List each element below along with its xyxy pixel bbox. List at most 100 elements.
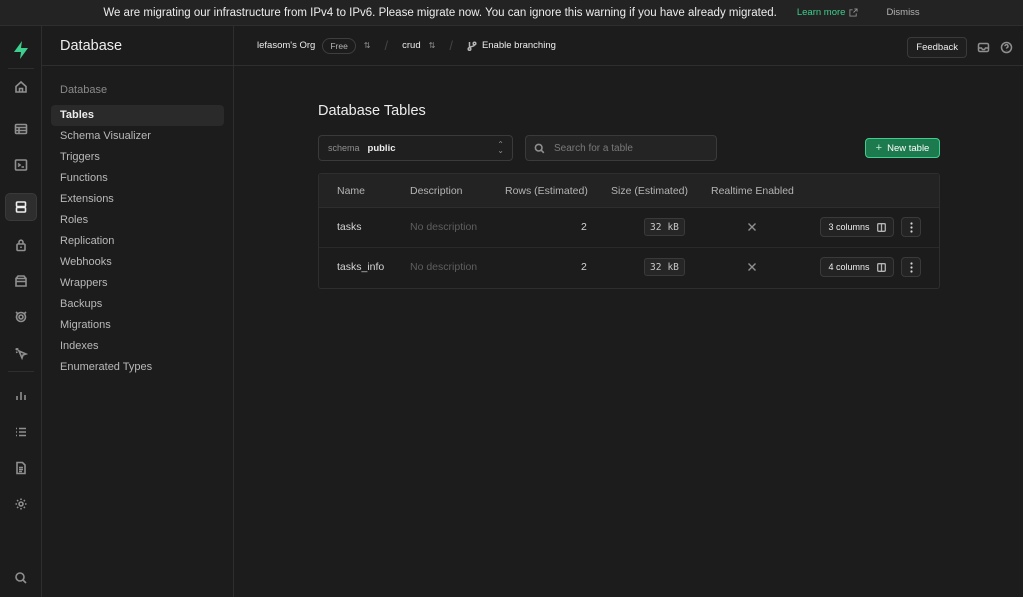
banner-message: We are migrating our infrastructure from… bbox=[103, 6, 777, 19]
sidebar-item-backups[interactable]: Backups bbox=[51, 294, 224, 315]
sidebar-item-replication[interactable]: Replication bbox=[51, 231, 224, 252]
column-header-description: Description bbox=[410, 185, 463, 197]
home-icon[interactable] bbox=[5, 73, 37, 101]
database-icon[interactable] bbox=[5, 193, 37, 221]
table-row-count: 2 bbox=[581, 261, 587, 273]
learn-more-label: Learn more bbox=[796, 7, 846, 18]
table-row[interactable]: tasks No description 2 32 kB 3 columns bbox=[319, 208, 939, 248]
search-icon bbox=[534, 143, 545, 153]
dismiss-button[interactable]: Dismiss bbox=[886, 7, 919, 18]
rail-divider bbox=[8, 371, 34, 372]
supabase-logo[interactable] bbox=[5, 36, 37, 64]
columns-count: 3 columns bbox=[828, 222, 870, 232]
project-name: crud bbox=[402, 40, 421, 51]
more-vertical-icon bbox=[909, 261, 913, 273]
sidebar-item-triggers[interactable]: Triggers bbox=[51, 147, 224, 168]
schema-value: public bbox=[367, 142, 396, 154]
table-description: No description bbox=[410, 261, 478, 273]
sidebar-item-roles[interactable]: Roles bbox=[51, 210, 224, 231]
row-actions-button[interactable] bbox=[901, 257, 921, 277]
table-search[interactable] bbox=[525, 135, 717, 161]
sidebar-item-wrappers[interactable]: Wrappers bbox=[51, 273, 224, 294]
columns-icon bbox=[876, 222, 886, 232]
realtime-disabled-x-icon bbox=[747, 262, 757, 272]
columns-icon bbox=[876, 262, 886, 272]
breadcrumb-separator: / bbox=[449, 38, 453, 53]
settings-icon[interactable] bbox=[5, 490, 37, 518]
supabase-logo-icon bbox=[14, 41, 28, 59]
table-editor-icon[interactable] bbox=[5, 115, 37, 143]
project-selector[interactable]: crud ⇅ bbox=[402, 40, 435, 51]
learn-more-link[interactable]: Learn more bbox=[797, 7, 859, 18]
sidebar-item-schema-visualizer[interactable]: Schema Visualizer bbox=[51, 126, 224, 147]
new-table-button[interactable]: + New table bbox=[865, 138, 940, 158]
org-selector[interactable]: lefasom's Org Free ⇅ bbox=[257, 37, 371, 54]
more-vertical-icon bbox=[909, 221, 913, 233]
realtime-disabled-x-icon bbox=[747, 222, 757, 232]
table-size: 32 kB bbox=[644, 258, 685, 276]
git-branch-icon bbox=[467, 40, 477, 51]
sidebar-item-enumerated-types[interactable]: Enumerated Types bbox=[51, 357, 224, 378]
size-value: 32 bbox=[650, 221, 662, 233]
sidebar-item-extensions[interactable]: Extensions bbox=[51, 189, 224, 210]
enable-branching-button[interactable]: Enable branching bbox=[467, 40, 556, 51]
enable-branching-label: Enable branching bbox=[481, 40, 556, 51]
feedback-button[interactable]: Feedback bbox=[907, 37, 967, 58]
external-link-icon bbox=[849, 8, 858, 17]
table-size: 32 kB bbox=[644, 218, 685, 236]
table-header: Name Description Rows (Estimated) Size (… bbox=[319, 174, 939, 208]
api-docs-icon[interactable] bbox=[5, 454, 37, 482]
help-icon[interactable] bbox=[1000, 41, 1013, 54]
columns-count: 4 columns bbox=[828, 262, 870, 272]
search-input[interactable] bbox=[554, 142, 704, 154]
migration-banner: We are migrating our infrastructure from… bbox=[0, 0, 1023, 26]
breadcrumb-separator: / bbox=[384, 38, 389, 53]
table-description: No description bbox=[410, 221, 478, 233]
page-title: Database Tables bbox=[318, 103, 426, 119]
search-icon[interactable] bbox=[5, 564, 37, 592]
chevron-updown-icon: ⇅ bbox=[428, 41, 436, 50]
new-table-label: New table bbox=[887, 142, 930, 154]
chevron-updown-icon: ⇅ bbox=[363, 41, 371, 50]
column-header-rows: Rows (Estimated) bbox=[505, 185, 588, 197]
column-header-size: Size (Estimated) bbox=[611, 185, 689, 197]
database-sidebar: Database Database Tables Schema Visualiz… bbox=[42, 26, 234, 597]
icon-rail bbox=[0, 26, 42, 597]
sidebar-section-label: Database bbox=[60, 84, 108, 96]
reports-icon[interactable] bbox=[5, 382, 37, 410]
view-columns-button[interactable]: 4 columns bbox=[820, 257, 894, 277]
plan-badge: Free bbox=[322, 37, 356, 54]
sidebar-item-indexes[interactable]: Indexes bbox=[51, 336, 224, 357]
schema-selector[interactable]: schema public ⌃ ⌄ bbox=[318, 135, 513, 161]
schema-label: schema bbox=[328, 143, 360, 153]
org-name: lefasom's Org bbox=[257, 40, 316, 51]
logs-icon[interactable] bbox=[5, 418, 37, 446]
sql-editor-icon[interactable] bbox=[5, 151, 37, 179]
sidebar-item-tables[interactable]: Tables bbox=[51, 105, 224, 126]
top-bar: lefasom's Org Free ⇅ / crud ⇅ / Enable b… bbox=[234, 26, 1023, 66]
rail-divider bbox=[8, 68, 34, 69]
view-columns-button[interactable]: 3 columns bbox=[820, 217, 894, 237]
column-header-name: Name bbox=[337, 185, 366, 197]
size-value: 32 bbox=[650, 261, 662, 273]
edge-functions-icon[interactable] bbox=[5, 303, 37, 331]
row-actions-button[interactable] bbox=[901, 217, 921, 237]
sidebar-item-functions[interactable]: Functions bbox=[51, 168, 224, 189]
size-unit: kB bbox=[667, 221, 679, 233]
table-row-count: 2 bbox=[581, 221, 587, 233]
sidebar-item-migrations[interactable]: Migrations bbox=[51, 315, 224, 336]
inbox-icon[interactable] bbox=[977, 41, 990, 54]
sidebar-title: Database bbox=[42, 26, 233, 66]
tables-list: Name Description Rows (Estimated) Size (… bbox=[318, 173, 940, 289]
column-header-realtime: Realtime Enabled bbox=[711, 185, 794, 197]
table-name: tasks_info bbox=[337, 261, 385, 273]
auth-icon[interactable] bbox=[5, 231, 37, 259]
realtime-icon[interactable] bbox=[5, 339, 37, 367]
sidebar-item-webhooks[interactable]: Webhooks bbox=[51, 252, 224, 273]
sidebar-menu: Tables Schema Visualizer Triggers Functi… bbox=[51, 105, 224, 378]
topbar-actions: Feedback bbox=[907, 37, 1013, 58]
chevron-updown-icon: ⌃ ⌄ bbox=[497, 140, 504, 155]
storage-icon[interactable] bbox=[5, 267, 37, 295]
table-name: tasks bbox=[337, 221, 362, 233]
table-row[interactable]: tasks_info No description 2 32 kB 4 colu… bbox=[319, 248, 939, 288]
